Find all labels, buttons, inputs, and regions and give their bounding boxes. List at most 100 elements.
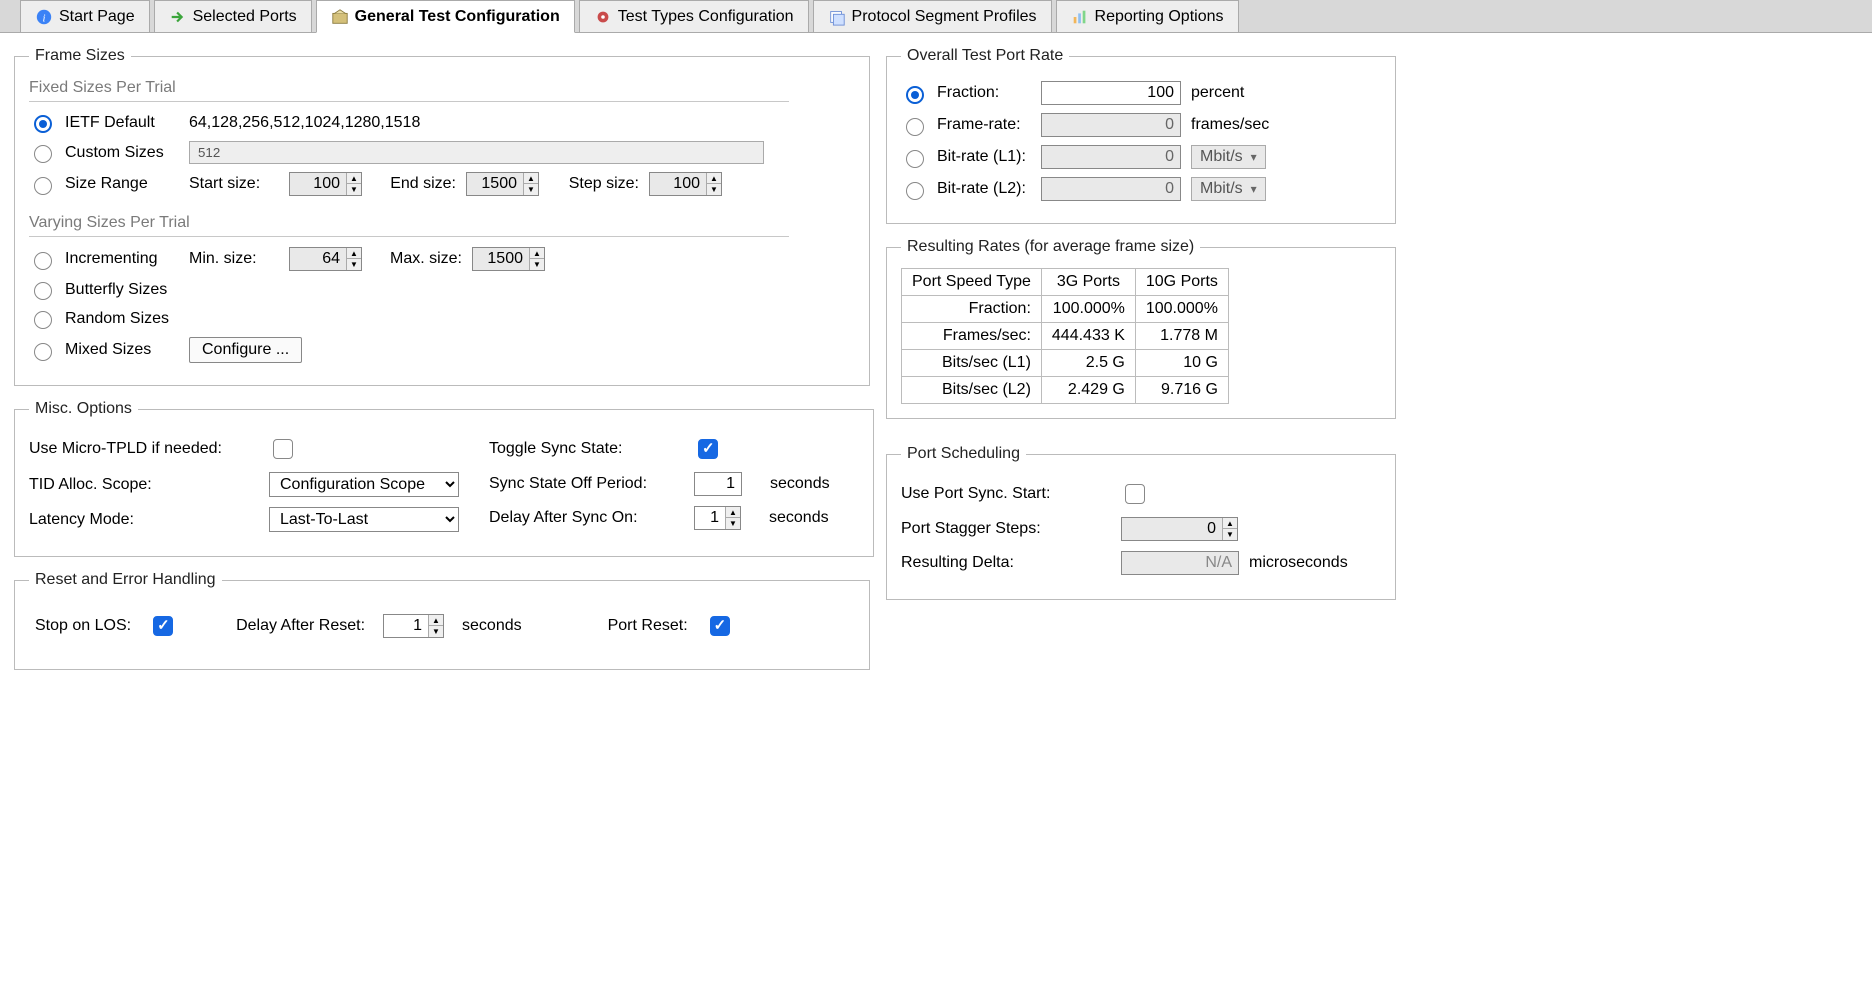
spinner-down-icon[interactable]: ▼ <box>726 518 740 529</box>
frame-rate-input[interactable] <box>1041 113 1181 137</box>
spinner-down-icon[interactable]: ▼ <box>347 184 361 195</box>
end-size-spinner[interactable]: ▲▼ <box>466 172 539 196</box>
ietf-default-radio[interactable] <box>34 115 52 133</box>
custom-sizes-radio-label[interactable]: Custom Sizes <box>29 142 179 163</box>
size-range-radio-label[interactable]: Size Range <box>29 174 179 195</box>
ietf-default-radio-label[interactable]: IETF Default <box>29 112 179 133</box>
spinner-down-icon[interactable]: ▼ <box>1223 529 1237 540</box>
step-size-input[interactable] <box>650 173 706 195</box>
stagger-input[interactable] <box>1122 518 1222 540</box>
fraction-input[interactable] <box>1041 81 1181 105</box>
bitrate-l1-radio[interactable] <box>906 150 924 168</box>
spinner-down-icon[interactable]: ▼ <box>530 259 544 270</box>
tab-label: Protocol Segment Profiles <box>852 8 1037 26</box>
tab-label: Selected Ports <box>193 8 297 26</box>
info-icon: i <box>35 8 53 26</box>
sync-off-input[interactable] <box>694 472 742 496</box>
bitrate-l2-radio-label[interactable]: Bit-rate (L2): <box>901 179 1031 200</box>
stop-los-checkbox[interactable] <box>153 616 173 636</box>
incrementing-text: Incrementing <box>65 250 158 268</box>
latency-mode-select[interactable]: Last-To-Last <box>269 507 459 532</box>
spinner-up-icon[interactable]: ▲ <box>726 507 740 518</box>
table-header: 3G Ports <box>1041 269 1135 296</box>
port-reset-label: Port Reset: <box>608 617 688 635</box>
table-header: 10G Ports <box>1135 269 1228 296</box>
butterfly-radio-label[interactable]: Butterfly Sizes <box>29 279 179 300</box>
fraction-radio-label[interactable]: Fraction: <box>901 83 1031 104</box>
delay-sync-on-spinner[interactable]: ▲▼ <box>694 506 741 530</box>
bitrate-l2-unit-select[interactable]: Mbit/s ▾ <box>1191 177 1266 201</box>
bitrate-l2-input[interactable] <box>1041 177 1181 201</box>
delay-reset-unit: seconds <box>462 617 522 635</box>
tab-selected-ports[interactable]: Selected Ports <box>154 0 312 32</box>
stagger-spinner[interactable]: ▲▼ <box>1121 517 1238 541</box>
incrementing-radio-label[interactable]: Incrementing <box>29 249 179 270</box>
arrow-right-icon <box>169 8 187 26</box>
mixed-radio-label[interactable]: Mixed Sizes <box>29 340 179 361</box>
port-reset-checkbox[interactable] <box>710 616 730 636</box>
random-text: Random Sizes <box>65 310 169 328</box>
resulting-rates-legend: Resulting Rates (for average frame size) <box>901 238 1200 256</box>
min-size-input[interactable] <box>290 248 346 270</box>
latency-label: Latency Mode: <box>29 511 259 529</box>
tab-test-types-config[interactable]: Test Types Configuration <box>579 0 809 32</box>
delta-unit: microseconds <box>1249 554 1348 572</box>
bitrate-l1-unit: Mbit/s <box>1200 148 1243 166</box>
sync-start-checkbox[interactable] <box>1125 484 1145 504</box>
tab-start-page[interactable]: i Start Page <box>20 0 150 32</box>
delay-reset-input[interactable] <box>384 615 428 637</box>
spinner-up-icon[interactable]: ▲ <box>707 173 721 184</box>
spinner-down-icon[interactable]: ▼ <box>347 259 361 270</box>
toggle-sync-checkbox[interactable] <box>698 439 718 459</box>
spinner-up-icon[interactable]: ▲ <box>347 248 361 259</box>
spinner-up-icon[interactable]: ▲ <box>429 615 443 626</box>
butterfly-radio[interactable] <box>34 282 52 300</box>
tab-reporting-options[interactable]: Reporting Options <box>1056 0 1239 32</box>
frame-rate-radio[interactable] <box>906 118 924 136</box>
spinner-up-icon[interactable]: ▲ <box>1223 518 1237 529</box>
spinner-up-icon[interactable]: ▲ <box>347 173 361 184</box>
random-radio-label[interactable]: Random Sizes <box>29 308 179 329</box>
butterfly-text: Butterfly Sizes <box>65 281 167 299</box>
random-radio[interactable] <box>34 311 52 329</box>
mixed-radio[interactable] <box>34 343 52 361</box>
configure-button[interactable]: Configure ... <box>189 337 302 363</box>
spinner-up-icon[interactable]: ▲ <box>524 173 538 184</box>
custom-sizes-radio[interactable] <box>34 145 52 163</box>
spinner-down-icon[interactable]: ▼ <box>429 626 443 637</box>
sync-off-unit: seconds <box>770 475 830 493</box>
end-size-input[interactable] <box>467 173 523 195</box>
bitrate-l1-input[interactable] <box>1041 145 1181 169</box>
fraction-radio[interactable] <box>906 86 924 104</box>
spinner-down-icon[interactable]: ▼ <box>707 184 721 195</box>
tab-label: Reporting Options <box>1095 8 1224 26</box>
min-size-spinner[interactable]: ▲▼ <box>289 247 362 271</box>
stagger-label: Port Stagger Steps: <box>901 520 1111 538</box>
bitrate-l2-radio[interactable] <box>906 182 924 200</box>
incrementing-radio[interactable] <box>34 252 52 270</box>
max-size-spinner[interactable]: ▲▼ <box>472 247 545 271</box>
bitrate-l1-unit-select[interactable]: Mbit/s ▾ <box>1191 145 1266 169</box>
delay-sync-on-input[interactable] <box>695 507 725 529</box>
custom-sizes-input[interactable] <box>189 141 764 164</box>
bitrate-l1-radio-label[interactable]: Bit-rate (L1): <box>901 147 1031 168</box>
start-size-spinner[interactable]: ▲▼ <box>289 172 362 196</box>
tab-general-test-config[interactable]: General Test Configuration <box>316 0 575 33</box>
tid-scope-select[interactable]: Configuration Scope <box>269 472 459 497</box>
frame-rate-radio-label[interactable]: Frame-rate: <box>901 115 1031 136</box>
max-size-input[interactable] <box>473 248 529 270</box>
end-size-label: End size: <box>372 175 456 193</box>
delay-reset-spinner[interactable]: ▲▼ <box>383 614 444 638</box>
tpld-checkbox[interactable] <box>273 439 293 459</box>
tab-label: Start Page <box>59 8 135 26</box>
size-range-radio[interactable] <box>34 177 52 195</box>
spinner-down-icon[interactable]: ▼ <box>524 184 538 195</box>
tab-protocol-segment-profiles[interactable]: Protocol Segment Profiles <box>813 0 1052 32</box>
start-size-input[interactable] <box>290 173 346 195</box>
step-size-spinner[interactable]: ▲▼ <box>649 172 722 196</box>
spinner-up-icon[interactable]: ▲ <box>530 248 544 259</box>
stop-los-label: Stop on LOS: <box>35 617 131 635</box>
table-row: Bits/sec (L1) 2.5 G 10 G <box>902 350 1229 377</box>
misc-options-group: Misc. Options Use Micro-TPLD if needed: … <box>14 400 874 557</box>
frame-rate-unit: frames/sec <box>1191 116 1269 134</box>
